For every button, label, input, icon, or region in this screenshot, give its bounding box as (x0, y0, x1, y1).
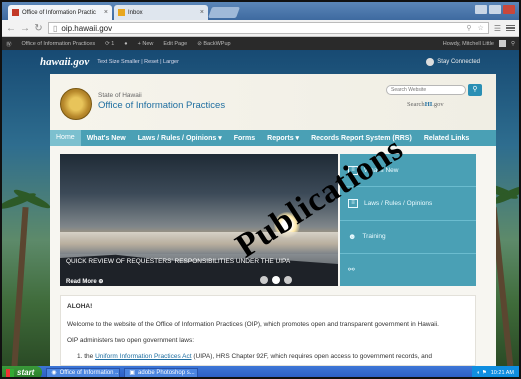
search-hi-text: Search (407, 101, 425, 108)
read-more-link[interactable]: Read More ⊕ (66, 278, 103, 285)
system-tray: ◐ ⚑ 10:21 AM (471, 366, 519, 377)
nav-records-report-system[interactable]: Records Report System (RRS) (305, 135, 418, 142)
slide-dot-3[interactable] (284, 276, 292, 284)
browser-toolbar: ← → ↻ ▯ oip.hawaii.gov ⚲ ☆ ☰ (2, 20, 519, 37)
admin-site-link[interactable]: Office of Information Practices (22, 41, 96, 47)
nav-reports[interactable]: Reports ▾ (261, 134, 305, 142)
updates-count-value: 1 (111, 40, 115, 47)
hawaii-gov-logo[interactable]: hawaii.gov (40, 56, 89, 68)
law-description: (UIPA), HRS Chapter 92F, which requires … (193, 353, 433, 360)
reload-icon[interactable]: ↻ (34, 23, 43, 34)
taskbar-item-photoshop[interactable]: ▣ adobe Photoshop s... (124, 367, 199, 377)
photoshop-icon: ▣ (129, 370, 136, 376)
screenshot-frame: Office of Information Practic × Inbox × … (0, 0, 521, 379)
comments-icon[interactable]: ● (124, 41, 127, 47)
nav-forms[interactable]: Forms (228, 135, 261, 142)
page-icon: ▯ (53, 23, 58, 33)
tab-close-icon[interactable]: × (200, 9, 204, 16)
extension-icon[interactable]: ☰ (494, 24, 501, 33)
forward-arrow-icon[interactable]: → (20, 23, 30, 34)
search-icon[interactable]: ⚲ (511, 41, 515, 47)
menu-icon[interactable] (506, 24, 515, 32)
windows-taskbar: start ◉ Office of Information ... ▣ adob… (2, 366, 519, 377)
close-window-button[interactable] (503, 5, 515, 14)
new-tab-button[interactable] (207, 7, 241, 18)
site-header: State of Hawaii Office of Information Pr… (50, 74, 496, 130)
quick-link-training[interactable]: ☻ Training (340, 221, 476, 254)
law-list-item: 1. the Uniform Information Practices Act… (77, 353, 433, 360)
site-favicon-icon (12, 9, 19, 16)
law-number: 1. (77, 353, 83, 360)
search-hi-gov-logo[interactable]: SearchHI.gov (407, 101, 444, 108)
zoom-icon[interactable]: ⚲ (466, 24, 471, 32)
slide-caption: QUICK REVIEW OF REQUESTERS' RESPONSIBILI… (66, 258, 291, 265)
administers-text: OIP administers two open government laws… (67, 337, 195, 344)
admin-backup-label: BackWPup (203, 40, 231, 47)
search-hi-suffix: .gov (432, 101, 444, 108)
clock: 10:21 AM (490, 369, 514, 376)
tab-close-icon[interactable]: × (104, 9, 108, 16)
windows-logo-icon (6, 368, 14, 377)
taskbar-item-label: Office of Information ... (59, 369, 121, 376)
start-label: start (17, 368, 35, 377)
state-seal-icon[interactable] (60, 88, 92, 120)
browser-tab-strip: Office of Information Practic × Inbox × (2, 2, 519, 20)
main-navigation: Home What's New Laws / Rules / Opinions … (50, 130, 496, 146)
slide-dot-2[interactable] (272, 276, 280, 284)
link-icon: ⚯ (348, 265, 355, 275)
back-arrow-icon[interactable]: ← (6, 23, 16, 34)
browser-tab-active[interactable]: Office of Information Practic × (8, 5, 112, 20)
admin-new-link[interactable]: + New (138, 41, 154, 47)
howdy-link[interactable]: Howdy, Mitchell Little (443, 41, 494, 47)
uipa-link[interactable]: Uniform Information Practices Act (95, 353, 191, 360)
wordpress-icon[interactable]: Ⓦ (6, 40, 12, 48)
nav-home[interactable]: Home (50, 130, 81, 146)
globe-icon (426, 58, 435, 66)
browser-icon: ◉ (51, 370, 57, 376)
people-icon: ☻ (348, 232, 357, 242)
site-top-bar: hawaii.gov Text Size Smaller | Reset | L… (40, 54, 480, 70)
slider-dots (260, 276, 292, 284)
avatar[interactable] (498, 40, 506, 47)
star-icon[interactable]: ☆ (478, 24, 484, 32)
stay-connected-label: Stay Connected (437, 59, 480, 65)
admin-backup-link[interactable]: ⊘ BackWPup (197, 41, 230, 47)
search-input[interactable] (386, 85, 466, 95)
search-button[interactable]: ⚲ (468, 84, 482, 96)
taskbar-item-browser[interactable]: ◉ Office of Information ... (46, 367, 121, 377)
office-name[interactable]: Office of Information Practices (98, 100, 225, 111)
tray-icons[interactable]: ◐ ⚑ (477, 370, 487, 376)
admin-bar: Ⓦ Office of Information Practices ⟳ 1 ● … (2, 37, 519, 50)
browser-tab-inbox[interactable]: Inbox × (114, 5, 208, 20)
start-button[interactable]: start (2, 366, 43, 377)
nav-laws-rules-opinions[interactable]: Laws / Rules / Opinions ▾ (132, 134, 228, 142)
admin-edit-link[interactable]: Edit Page (163, 41, 187, 47)
quick-link-links[interactable]: ⚯ (340, 254, 476, 286)
slide-dot-1[interactable] (260, 276, 268, 284)
welcome-text: Welcome to the website of the Office of … (67, 321, 439, 328)
maximize-button[interactable] (489, 5, 501, 14)
nav-related-links[interactable]: Related Links (418, 135, 476, 142)
quick-link-label: Laws / Rules / Opinions (364, 199, 433, 207)
text-size-controls[interactable]: Text Size Smaller | Reset | Larger (97, 59, 179, 65)
tab-title: Inbox (128, 9, 143, 16)
window-controls (475, 5, 515, 14)
state-name: State of Hawaii (98, 92, 142, 99)
url-text: oip.hawaii.gov (61, 23, 113, 33)
nav-whats-new[interactable]: What's New (81, 135, 132, 142)
address-bar[interactable]: ▯ oip.hawaii.gov ⚲ ☆ (48, 22, 489, 34)
taskbar-item-label: adobe Photoshop s... (138, 369, 195, 376)
read-more-label: Read More (66, 279, 97, 285)
mail-favicon-icon (118, 9, 125, 16)
tab-title: Office of Information Practic (22, 9, 96, 16)
quick-link-label: Training (362, 233, 386, 241)
aloha-section: ALOHA! Welcome to the website of the Off… (60, 295, 476, 366)
aloha-heading: ALOHA! (67, 303, 93, 310)
minimize-button[interactable] (475, 5, 487, 14)
stay-connected-link[interactable]: Stay Connected (426, 58, 480, 66)
updates-count[interactable]: ⟳ 1 (105, 41, 114, 47)
palm-tree-left (2, 167, 52, 368)
